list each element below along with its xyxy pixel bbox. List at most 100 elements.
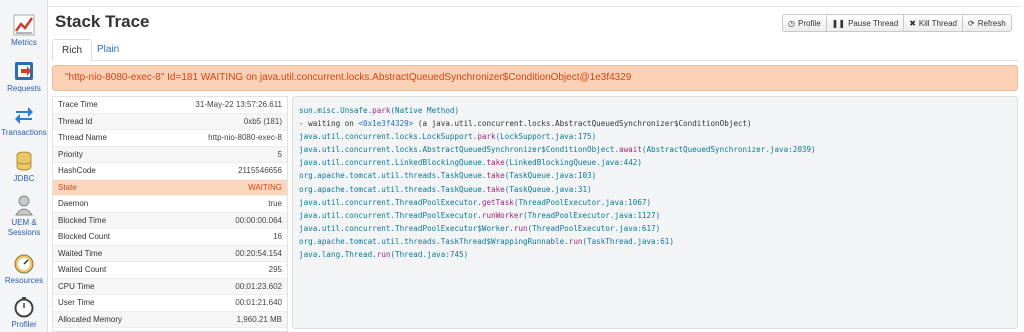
table-row: Blocked Count 16 <box>53 229 287 246</box>
pause-icon: ❚❚ <box>831 18 846 28</box>
row-value: 00:00:00.064 <box>235 215 282 225</box>
stopwatch-icon <box>14 297 34 318</box>
row-value: 00:01:23.602 <box>235 281 282 291</box>
toolbar: ◷ Profile ❚❚ Pause Thread ✖ Kill Thread … <box>782 14 1012 32</box>
frame-class: java.util.concurrent.locks.AbstractQueue… <box>299 145 620 155</box>
table-row: Allocated Memory 1,960.21 MB <box>53 311 287 328</box>
frame-method: park <box>477 132 496 142</box>
frame-source: (TaskQueue.java:103) <box>504 171 597 181</box>
table-row: HashCode 2115546656 <box>53 163 287 180</box>
trace-line: sun.misc.Unsafe.park(Native Method) <box>299 104 1011 117</box>
sidebar-item-label: Requests <box>7 84 41 93</box>
row-key: Thread Name <box>58 133 107 143</box>
pause-thread-button[interactable]: ❚❚ Pause Thread <box>827 15 905 31</box>
frame-source: (ThreadPoolExecutor.java:1127) <box>523 210 661 220</box>
row-value: http-nio-8080-exec-8 <box>208 133 282 143</box>
table-row: Waited Time 00:20:54.154 <box>53 245 287 262</box>
row-key: Waited Count <box>58 265 107 275</box>
frame-method: take <box>486 171 505 181</box>
kill-thread-button-label: Kill Thread <box>918 18 957 28</box>
sidebar-item-label: Metrics <box>11 38 37 47</box>
frame-method: run <box>568 236 583 246</box>
table-row: Thread Name http-nio-8080-exec-8 <box>53 130 287 147</box>
clock-icon: ◷ <box>788 18 795 28</box>
table-row: User Time 00:01:21.640 <box>53 295 287 312</box>
row-value: WAITING <box>248 182 282 192</box>
row-key: Thread Id <box>58 116 93 126</box>
swap-arrows-icon <box>15 107 33 124</box>
frame-class: java.util.concurrent.ThreadPoolExecutor. <box>299 197 482 207</box>
row-key: Blocked Count <box>58 232 111 242</box>
stack-trace-panel: sun.misc.Unsafe.park(Native Method) - wai… <box>292 96 1018 329</box>
sidebar-item-transactions[interactable]: Transactions <box>0 104 48 138</box>
frame-class: java.lang.Thread. <box>299 250 377 260</box>
frame-source: (Thread.java:745) <box>390 250 469 260</box>
frame-source: (TaskQueue.java:31) <box>504 184 592 194</box>
user-icon <box>15 195 33 216</box>
sidebar-item-profiler[interactable]: Profiler <box>0 296 48 330</box>
sidebar: Metrics Requests Transactions JDBC UEM &… <box>0 0 48 332</box>
trace-line: java.util.concurrent.ThreadPoolExecutor.… <box>299 209 1011 222</box>
frame-source: (Native Method) <box>390 106 460 115</box>
frame-source: (ThreadPoolExecutor.java:617) <box>527 223 661 233</box>
table-row: Trace Time 31-May-22 13:57:26.611 <box>53 97 287 114</box>
sidebar-item-uem-sessions[interactable]: UEM & Sessions <box>0 194 48 238</box>
frame-source: (LinkedBlockingQueue.java:442) <box>504 158 642 168</box>
frame-class: sun.misc.Unsafe. <box>299 106 373 115</box>
frame-source: (AbstractQueuedSynchronizer.java:2039) <box>641 145 816 155</box>
frame-class: org.apache.tomcat.util.threads.TaskQueue… <box>299 184 487 194</box>
row-value: true <box>268 199 282 209</box>
lock-address-link[interactable]: <0x1e3f4329> <box>358 119 413 128</box>
trace-line: org.apache.tomcat.util.threads.TaskQueue… <box>299 169 1011 182</box>
row-value: 16 <box>273 232 282 242</box>
tab-rich[interactable]: Rich <box>52 39 93 61</box>
row-value: 1,960.21 MB <box>236 314 282 324</box>
sidebar-item-label: JDBC <box>13 174 35 183</box>
request-icon <box>15 62 33 80</box>
sidebar-item-label: Transactions <box>1 128 47 137</box>
pause-thread-button-label: Pause Thread <box>848 18 899 28</box>
tab-bar: Rich Plain <box>52 39 1018 61</box>
frame-class: org.apache.tomcat.util.threads.TaskThrea… <box>299 236 569 246</box>
tab-plain[interactable]: Plain <box>88 39 128 61</box>
row-key: HashCode <box>58 166 96 176</box>
trace-line: java.util.concurrent.ThreadPoolExecutor$… <box>299 222 1011 235</box>
wait-prefix: - waiting on <box>299 119 359 129</box>
frame-method: take <box>486 184 505 194</box>
frame-method: run <box>513 223 528 233</box>
sidebar-item-resources[interactable]: Resources <box>0 252 48 286</box>
trace-line: java.lang.Thread.run(Thread.java:745) <box>299 248 1011 261</box>
row-key: Waited Time <box>58 248 103 258</box>
x-icon: ✖ <box>909 18 916 28</box>
sidebar-item-jdbc[interactable]: JDBC <box>0 150 48 184</box>
frame-class: org.apache.tomcat.util.threads.TaskQueue… <box>299 171 487 181</box>
frame-source: (LockSupport.java:175) <box>495 132 597 142</box>
trace-line: java.util.concurrent.ThreadPoolExecutor.… <box>299 196 1011 209</box>
database-icon <box>16 151 32 171</box>
profile-button[interactable]: ◷ Profile <box>783 15 827 31</box>
frame-class: java.util.concurrent.ThreadPoolExecutor$… <box>299 223 514 233</box>
table-row: State WAITING <box>53 179 287 196</box>
row-key: Daemon <box>58 199 89 209</box>
refresh-icon: ⟳ <box>967 18 975 28</box>
frame-method: runWorker <box>481 210 524 220</box>
thread-status-banner: "http-nio-8080-exec-8" Id=181 WAITING on… <box>52 65 1018 91</box>
profile-button-label: Profile <box>797 18 821 28</box>
row-key: User Time <box>58 298 95 308</box>
trace-line: java.util.concurrent.locks.LockSupport.p… <box>299 130 1011 143</box>
sidebar-item-requests[interactable]: Requests <box>0 60 48 94</box>
page-title: Stack Trace <box>55 12 150 31</box>
kill-thread-button[interactable]: ✖ Kill Thread <box>904 15 963 31</box>
table-row: Blocked Time 00:00:00.064 <box>53 212 287 229</box>
trace-line: java.util.concurrent.LinkedBlockingQueue… <box>299 156 1011 169</box>
thread-info-table: Trace Time 31-May-22 13:57:26.611 Thread I… <box>52 96 288 332</box>
table-row: Daemon true <box>53 196 287 213</box>
frame-source: (TaskThread.java:61) <box>582 236 674 246</box>
frame-source: (ThreadPoolExecutor.java:1067) <box>513 197 652 207</box>
refresh-button[interactable]: ⟳ Refresh <box>963 15 1011 31</box>
row-value: 2115546656 <box>238 166 282 176</box>
line-chart-icon <box>13 14 35 36</box>
sidebar-item-metrics[interactable]: Metrics <box>0 14 48 48</box>
frame-method: await <box>619 145 642 155</box>
row-value: 0xb5 (181) <box>243 116 282 126</box>
